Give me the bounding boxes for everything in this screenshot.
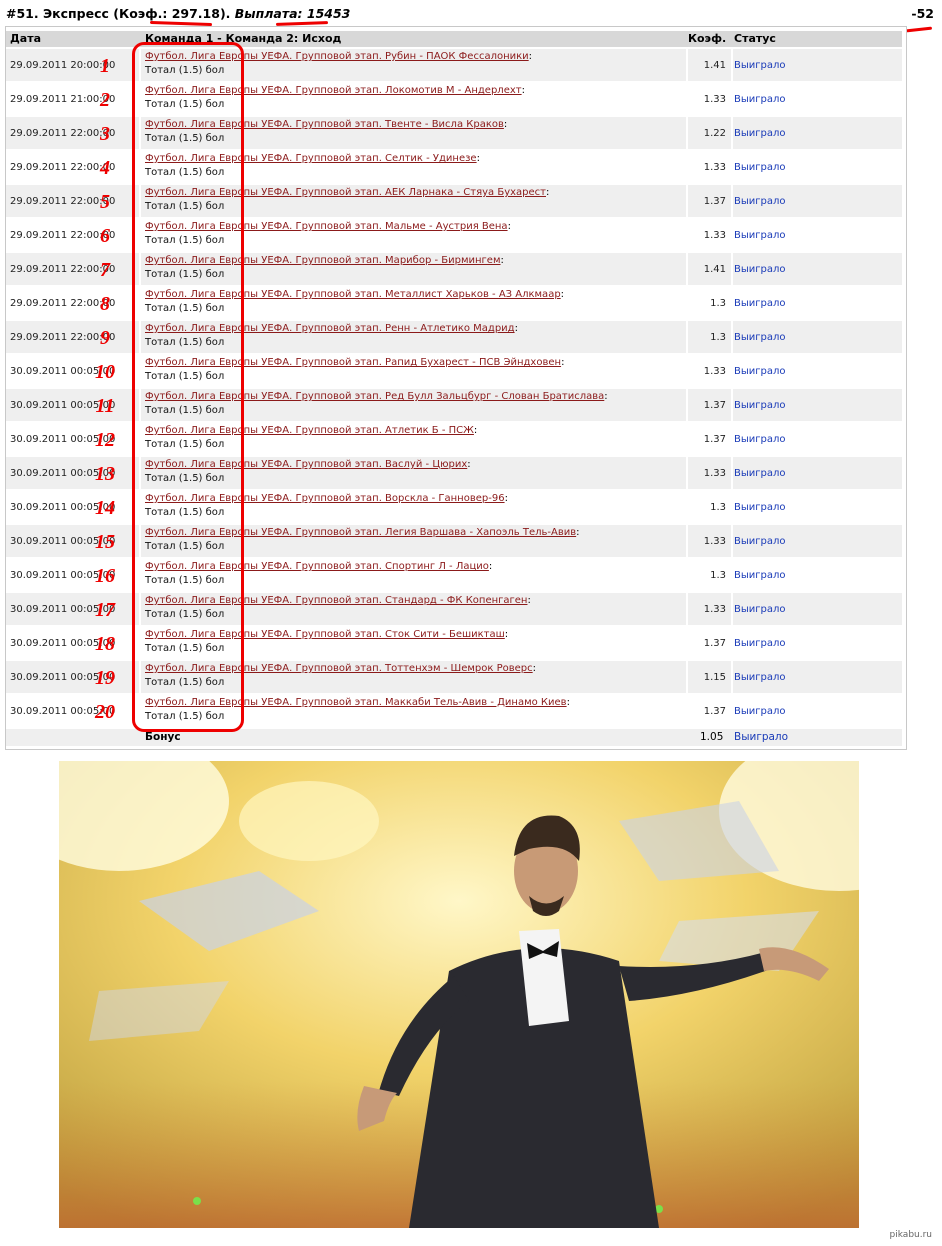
row-coef: 1.37 — [703, 706, 726, 717]
row-coef: 1.3 — [710, 298, 726, 309]
col-coef: Коэф. — [688, 32, 727, 45]
row-status: Выиграло — [734, 400, 786, 411]
row-coef: 1.37 — [703, 196, 726, 207]
row-status: Выиграло — [734, 264, 786, 275]
red-bracket-annotation — [132, 42, 244, 732]
row-coef: 1.22 — [703, 128, 726, 139]
bonus-coef: 1.05 — [700, 731, 724, 743]
row-coef: 1.33 — [703, 230, 726, 241]
row-number-annotation: 6 — [100, 225, 110, 247]
bonus-status: Выиграло — [734, 731, 789, 743]
row-coef: 1.3 — [710, 570, 726, 581]
row-status: Выиграло — [734, 298, 786, 309]
col-status: Статус — [734, 32, 776, 45]
row-coef: 1.37 — [703, 638, 726, 649]
bonus-label: Бонус — [145, 731, 181, 743]
row-status: Выиграло — [734, 672, 786, 683]
payout-label: Выплата: — [234, 6, 307, 21]
row-status: Выиграло — [734, 570, 786, 581]
row-number-annotation: 14 — [95, 497, 115, 519]
row-number-annotation: 4 — [100, 157, 110, 179]
row-status: Выиграло — [734, 60, 786, 71]
row-coef: 1.37 — [703, 400, 726, 411]
row-number-annotation: 19 — [95, 667, 115, 689]
meme-photo — [59, 761, 859, 1228]
col-date: Дата — [10, 32, 42, 45]
row-status: Выиграло — [734, 162, 786, 173]
row-number-annotation: 15 — [95, 531, 115, 553]
row-number-annotation: 1 — [100, 55, 110, 77]
result-value: -52 — [911, 6, 934, 21]
row-number-annotation: 16 — [95, 565, 115, 587]
row-status: Выиграло — [734, 536, 786, 547]
row-status: Выиграло — [734, 434, 786, 445]
row-number-annotation: 5 — [100, 191, 110, 213]
row-coef: 1.41 — [703, 264, 726, 275]
row-coef: 1.33 — [703, 94, 726, 105]
bet-title: #51. Экспресс (Коэф.: 297.18). Выплата: … — [6, 6, 934, 26]
title-prefix: #51. Экспресс (Коэф.: — [6, 6, 172, 21]
man-in-tuxedo-illustration — [59, 761, 859, 1228]
row-number-annotation: 9 — [100, 327, 110, 349]
row-number-annotation: 3 — [100, 123, 110, 145]
row-coef: 1.3 — [710, 332, 726, 343]
row-status: Выиграло — [734, 638, 786, 649]
row-coef: 1.33 — [703, 604, 726, 615]
row-coef: 1.33 — [703, 536, 726, 547]
result-underline — [905, 26, 933, 33]
row-status: Выиграло — [734, 94, 786, 105]
row-number-annotation: 2 — [100, 89, 110, 111]
row-coef: 1.41 — [703, 60, 726, 71]
row-status: Выиграло — [734, 502, 786, 513]
row-status: Выиграло — [734, 706, 786, 717]
payout-value: 15453 — [306, 6, 351, 21]
title-mid: ). — [219, 6, 235, 21]
row-number-annotation: 8 — [100, 293, 110, 315]
row-number-annotation: 18 — [95, 633, 115, 655]
row-number-annotation: 13 — [95, 463, 115, 485]
row-status: Выиграло — [734, 604, 786, 615]
row-coef: 1.15 — [703, 672, 726, 683]
row-number-annotation: 11 — [95, 395, 115, 417]
row-status: Выиграло — [734, 196, 786, 207]
row-number-annotation: 17 — [95, 599, 115, 621]
row-coef: 1.33 — [703, 366, 726, 377]
watermark: pikabu.ru — [889, 1230, 932, 1240]
row-number-annotation: 10 — [95, 361, 115, 383]
row-status: Выиграло — [734, 468, 786, 479]
row-status: Выиграло — [734, 230, 786, 241]
row-coef: 1.33 — [703, 468, 726, 479]
row-status: Выиграло — [734, 366, 786, 377]
row-coef: 1.37 — [703, 434, 726, 445]
row-coef: 1.3 — [710, 502, 726, 513]
row-number-annotation: 7 — [100, 259, 110, 281]
total-coef: 297.18 — [171, 6, 220, 21]
row-number-annotation: 12 — [95, 429, 115, 451]
row-status: Выиграло — [734, 332, 786, 343]
row-number-annotation: 20 — [95, 701, 115, 723]
row-status: Выиграло — [734, 128, 786, 139]
row-coef: 1.33 — [703, 162, 726, 173]
